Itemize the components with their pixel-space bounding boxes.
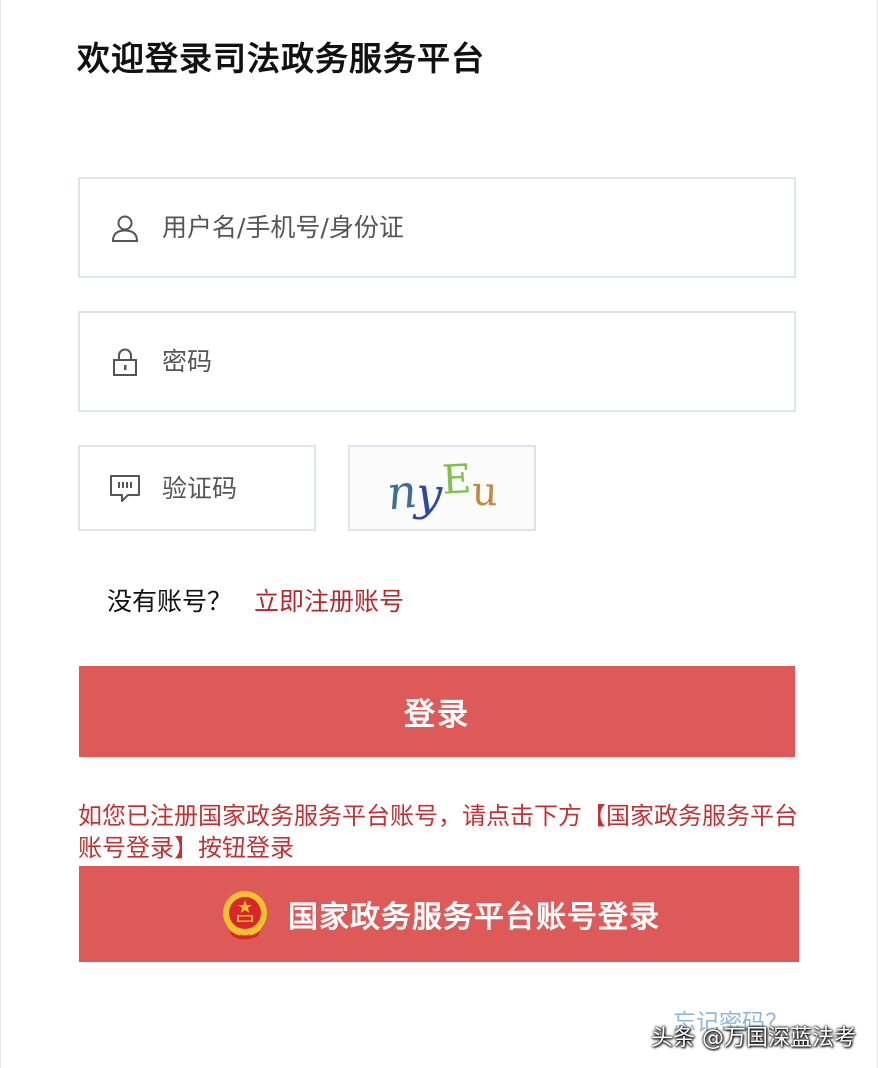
login-page: 欢迎登录司法政务服务平台 用户名/手机号/身份证 验证码 n y E u 没有账…: [0, 0, 878, 1068]
captcha-char: u: [470, 468, 499, 516]
page-title: 欢迎登录司法政务服务平台: [77, 39, 485, 78]
user-icon: [108, 211, 142, 245]
national-emblem-icon: [218, 887, 272, 941]
register-link[interactable]: 立即注册账号: [254, 587, 404, 616]
notice-text: 如您已注册国家政务服务平台账号，请点击下方【国家政务服务平台账号登录】按钮登录: [78, 802, 798, 862]
watermark: 头条 @万国深蓝法考: [651, 1026, 856, 1051]
gov-platform-login-button[interactable]: 国家政务服务平台账号登录: [79, 866, 799, 962]
message-icon: [108, 471, 142, 505]
register-question: 没有账号？: [107, 587, 233, 616]
password-input[interactable]: [162, 313, 794, 410]
password-field[interactable]: [78, 311, 796, 412]
captcha-image[interactable]: n y E u: [348, 445, 536, 531]
captcha-char: y: [414, 466, 445, 522]
login-button[interactable]: 登录: [79, 666, 795, 757]
gov-platform-login-label: 国家政务服务平台账号登录: [288, 900, 660, 935]
captcha-field[interactable]: [78, 445, 479, 531]
username-field[interactable]: [78, 177, 796, 278]
username-input[interactable]: [162, 179, 794, 276]
lock-icon: [108, 345, 142, 379]
captcha-char: E: [441, 456, 473, 504]
register-row: 没有账号？ 立即注册账号: [107, 582, 404, 618]
